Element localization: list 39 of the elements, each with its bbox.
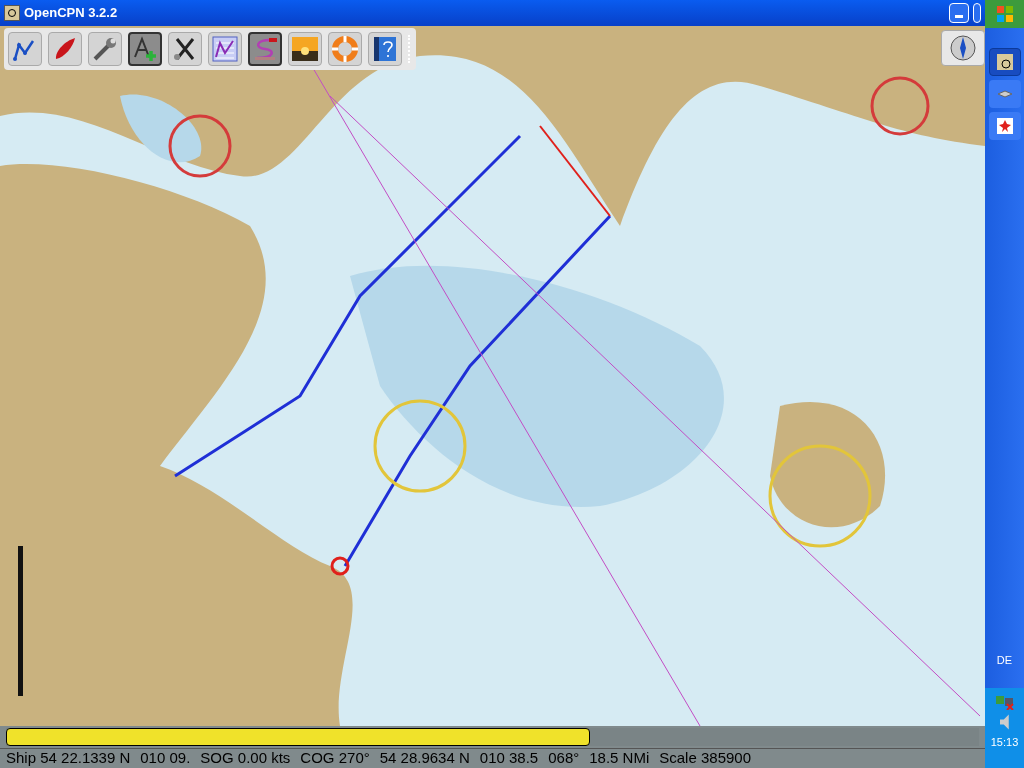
toolbar-button[interactable] [8, 32, 42, 66]
route-list-icon [211, 35, 239, 63]
toolbar-button[interactable] [128, 32, 162, 66]
status-text: 54 28.9634 N [379, 748, 470, 768]
network-icon [994, 694, 1015, 710]
minimize-button[interactable] [949, 3, 969, 23]
compass-button[interactable] [941, 30, 985, 66]
toolbar-button[interactable] [368, 32, 402, 66]
status-text: Ship 54 22.1339 N [6, 748, 131, 768]
taskbar-button[interactable] [988, 48, 1021, 76]
language-indicator[interactable]: DE [996, 651, 1013, 668]
star-icon [996, 118, 1013, 134]
taskbar-button[interactable] [988, 112, 1021, 140]
window-title: OpenCPN 3.2.2 [24, 4, 118, 23]
windows-logo-icon [994, 4, 1015, 24]
app-icon [996, 54, 1013, 70]
maximize-button[interactable] [973, 3, 981, 23]
help-book-icon [371, 35, 399, 63]
clock: 15:13 [990, 735, 1019, 750]
status-text: 18.5 NMi [589, 748, 650, 768]
taskbar-button[interactable] [988, 80, 1021, 108]
toolbar-button[interactable] [208, 32, 242, 66]
status-text: 010 38.5 [479, 748, 539, 768]
status-text: 068° [548, 748, 580, 768]
toolbar-button[interactable] [88, 32, 122, 66]
wrench-icon [91, 35, 119, 63]
app-icon [4, 5, 20, 21]
text-plus-icon [131, 35, 159, 63]
toolbar-button[interactable] [288, 32, 322, 66]
start-button[interactable] [985, 0, 1024, 28]
status-text: 010 09. [140, 748, 191, 768]
compass-icon [949, 34, 977, 62]
status-text: COG 270° [300, 748, 370, 768]
speaker-icon [999, 714, 1010, 730]
status-text: Scale 385900 [659, 748, 751, 768]
lifebuoy-icon [331, 35, 359, 63]
status-text: SOG 0.00 kts [200, 748, 291, 768]
sunset-icon [291, 35, 319, 63]
toolbar-button[interactable] [168, 32, 202, 66]
